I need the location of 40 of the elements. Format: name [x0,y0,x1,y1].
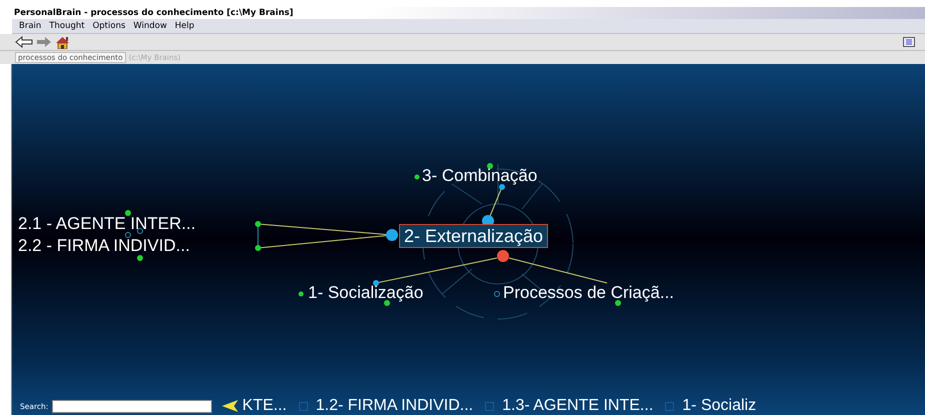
node-dot[interactable] [125,210,131,216]
home-icon[interactable] [55,36,70,48]
node-dot[interactable] [487,163,493,169]
node-dot[interactable] [373,280,379,286]
thought-label[interactable]: 2.1 - AGENTE INTER... [18,214,196,234]
node-dot[interactable] [137,255,143,261]
menu-item[interactable]: Window [129,21,171,31]
node-dot[interactable] [615,300,621,306]
menu-item[interactable]: Thought [45,21,89,31]
thought-label[interactable]: 1- Socialização [308,283,424,303]
node-dot[interactable] [499,184,505,190]
thought-icon [665,402,674,410]
node-dot[interactable] [255,245,261,251]
gate-dot[interactable] [497,250,509,262]
search-field[interactable] [52,400,212,412]
node-dot[interactable] [137,228,143,234]
node-dot[interactable] [414,174,420,180]
thought-icon [485,402,494,410]
node-dot[interactable] [298,292,304,296]
active-thought[interactable]: 2- Externalização [399,224,548,248]
thought-label[interactable]: 2.2 - FIRMA INDIVID... [18,236,190,256]
node-dot[interactable] [125,232,131,238]
node-dot[interactable] [255,221,261,227]
view-icon[interactable] [903,37,915,47]
back-arrow-icon[interactable] [222,400,238,412]
menu-item[interactable]: Options [88,21,130,31]
node-dot[interactable] [384,300,390,306]
history-item[interactable]: 1.3- AGENTE INTE... [502,397,654,415]
menu-item[interactable]: Help [170,21,198,31]
back-arrow-icon[interactable] [15,36,33,48]
thought-icon [298,402,308,410]
history-item[interactable]: 1- Socializ [682,397,756,415]
node-dot[interactable] [494,291,500,297]
menu-item[interactable]: Brain [15,21,46,31]
history-item[interactable]: KTE... [242,397,287,415]
history-item[interactable]: 1.2- FIRMA INDIVID... [316,397,474,415]
gate-dot[interactable] [386,229,398,241]
window-title: PersonalBrain - processos do conhecimento [c:\My Brains] [14,8,294,18]
thought-label[interactable]: 3- Combinação [422,166,538,186]
thought-label[interactable]: Processos de Criaçã... [503,283,674,303]
